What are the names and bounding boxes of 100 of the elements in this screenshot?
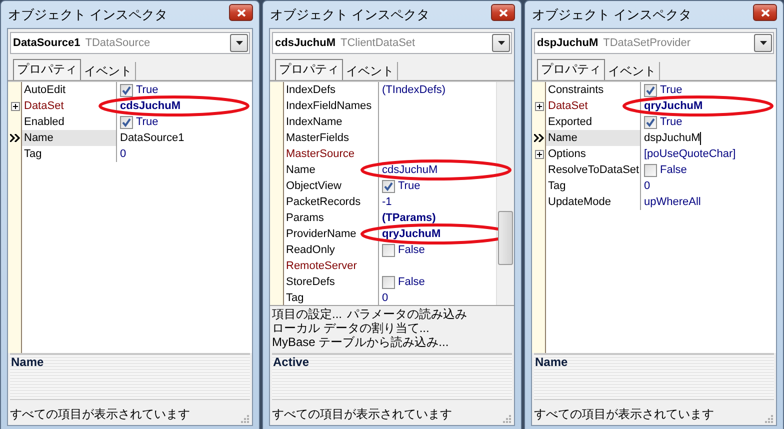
object-type: TDataSetProvider — [603, 37, 691, 49]
property-value[interactable]: DataSource1 — [120, 132, 184, 144]
property-name[interactable]: ProviderName — [284, 226, 379, 242]
property-value[interactable]: (TParams) — [382, 212, 436, 224]
checkbox[interactable] — [120, 84, 133, 96]
property-value[interactable]: False — [660, 164, 687, 176]
property-value[interactable]: True — [398, 180, 420, 192]
status-text: すべての項目が表示されています — [534, 406, 714, 422]
property-value[interactable]: [poUseQuoteChar] — [644, 148, 736, 160]
property-name[interactable]: IndexName — [284, 114, 379, 130]
property-name[interactable]: Options — [546, 146, 641, 162]
property-name[interactable]: AutoEdit — [22, 82, 117, 98]
property-name[interactable]: IndexFieldNames — [284, 98, 379, 114]
window-title: オブジェクト インスペクタ — [531, 6, 692, 24]
property-name[interactable]: RemoteServer — [284, 258, 379, 274]
checkbox[interactable] — [382, 244, 395, 256]
verb-link[interactable]: パラメータの読み込み — [347, 307, 468, 321]
tab[interactable]: イベント — [81, 62, 136, 80]
property-name[interactable]: Tag — [546, 178, 641, 194]
tab[interactable]: プロパティ — [537, 59, 605, 80]
double-chevron-icon — [534, 134, 544, 142]
property-name[interactable]: Params — [284, 210, 379, 226]
status-text: すべての項目が表示されています — [272, 406, 452, 422]
dropdown-button[interactable] — [754, 34, 772, 52]
property-value[interactable]: 0 — [382, 292, 388, 304]
property-value[interactable]: 0 — [120, 148, 126, 160]
property-value[interactable]: -1 — [382, 196, 392, 208]
checkbox[interactable] — [120, 116, 133, 128]
property-name[interactable]: ReadOnly — [284, 242, 379, 258]
property-value[interactable]: True — [660, 84, 682, 96]
checkbox[interactable] — [644, 164, 657, 176]
property-value[interactable]: False — [398, 276, 425, 288]
check-icon — [122, 86, 131, 94]
window-title: オブジェクト インスペクタ — [269, 6, 430, 24]
check-icon — [384, 182, 393, 190]
property-name[interactable]: MasterFields — [284, 130, 379, 146]
property-value[interactable]: (TIndexDefs) — [382, 84, 446, 96]
property-value[interactable]: True — [136, 116, 158, 128]
property-name[interactable]: Tag — [22, 146, 117, 162]
property-name[interactable]: DataSet — [22, 98, 117, 114]
description-title: Name — [10, 355, 44, 369]
checkbox[interactable] — [382, 180, 395, 192]
close-icon — [498, 8, 508, 16]
verb-link[interactable]: ローカル データの割り当て... — [272, 321, 430, 335]
property-name[interactable]: Constraints — [546, 82, 641, 98]
size-grip-icon[interactable] — [241, 415, 249, 423]
object-name: cdsJuchuM — [275, 37, 336, 49]
tab[interactable]: プロパティ — [275, 59, 343, 80]
close-button[interactable] — [753, 4, 777, 21]
property-value[interactable]: dspJuchuM — [644, 132, 700, 144]
window-title: オブジェクト インスペクタ — [7, 6, 168, 24]
check-icon — [646, 86, 655, 94]
dropdown-button[interactable] — [230, 34, 248, 52]
size-grip-icon[interactable] — [765, 415, 773, 423]
checkbox[interactable] — [644, 116, 657, 128]
object-selector[interactable]: DataSource1 TDataSource — [10, 32, 250, 54]
expand-icon[interactable] — [534, 102, 544, 110]
object-name: DataSource1 — [13, 37, 80, 49]
expand-icon[interactable] — [534, 150, 544, 158]
verb-link[interactable]: 項目の設定... — [272, 307, 342, 321]
description-title: Name — [534, 355, 568, 369]
caret-icon — [760, 41, 766, 45]
property-name[interactable]: IndexDefs — [284, 82, 379, 98]
property-name[interactable]: MasterSource — [284, 146, 379, 162]
checkbox[interactable] — [644, 84, 657, 96]
object-name: dspJuchuM — [537, 37, 598, 49]
property-value[interactable]: False — [398, 244, 425, 256]
caret-icon — [236, 41, 242, 45]
close-button[interactable] — [491, 4, 515, 21]
property-value[interactable]: 0 — [644, 180, 650, 192]
close-button[interactable] — [229, 4, 253, 21]
property-name[interactable]: PacketRecords — [284, 194, 379, 210]
property-name[interactable]: UpdateMode — [546, 194, 641, 210]
object-selector[interactable]: dspJuchuM TDataSetProvider — [534, 32, 774, 54]
property-name[interactable]: ObjectView — [284, 178, 379, 194]
size-grip-icon[interactable] — [503, 415, 511, 423]
property-name[interactable]: Name — [546, 130, 641, 146]
double-chevron-icon — [10, 134, 20, 142]
check-icon — [646, 118, 655, 126]
expand-icon[interactable] — [10, 102, 20, 110]
property-value[interactable]: True — [660, 116, 682, 128]
property-name[interactable]: Name — [284, 162, 379, 178]
property-name[interactable]: Name — [22, 130, 117, 146]
property-name[interactable]: ResolveToDataSet — [546, 162, 641, 178]
check-icon — [122, 118, 131, 126]
dropdown-button[interactable] — [492, 34, 510, 52]
verb-link[interactable]: MyBase テーブルから読み込み... — [272, 335, 449, 349]
tab[interactable]: プロパティ — [13, 59, 81, 80]
checkbox[interactable] — [382, 276, 395, 288]
property-value[interactable]: True — [136, 84, 158, 96]
scrollbar[interactable] — [496, 82, 514, 305]
description-title: Active — [272, 355, 310, 369]
status-text: すべての項目が表示されています — [10, 406, 190, 422]
object-type: TClientDataSet — [340, 37, 416, 49]
tab[interactable]: イベント — [343, 62, 398, 80]
property-value[interactable]: upWhereAll — [644, 196, 701, 208]
property-name[interactable]: StoreDefs — [284, 274, 379, 290]
object-selector[interactable]: cdsJuchuM TClientDataSet — [272, 32, 512, 54]
tab[interactable]: イベント — [605, 62, 660, 80]
property-name[interactable]: DataSet — [546, 98, 641, 114]
